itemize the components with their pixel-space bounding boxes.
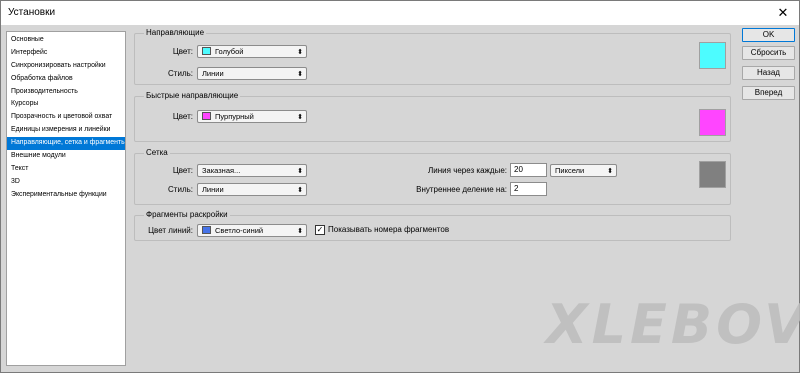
smart-guides-color-swatch[interactable] [699, 109, 726, 136]
smart-guides-color-label: Цвет: [172, 112, 193, 121]
dropdown-arrow-icon: ⬍ [297, 168, 303, 175]
dropdown-arrow-icon: ⬍ [297, 114, 303, 121]
grid-color-swatch[interactable] [699, 161, 726, 188]
category-list: Основные Интерфейс Синхронизировать настро… [6, 31, 126, 366]
guides-color-select[interactable]: Голубой ⬍ [197, 45, 307, 58]
grid-style-select[interactable]: Линии ⬍ [197, 183, 307, 196]
grid-color-label: Цвет: [172, 166, 193, 175]
grid-color-select[interactable]: Заказная... ⬍ [197, 164, 307, 177]
next-button[interactable]: Вперед [742, 86, 795, 100]
grid-color-value: Заказная... [202, 166, 241, 175]
smart-guides-color-value: Пурпурный [215, 112, 254, 121]
gridline-every-input[interactable]: 20 [510, 163, 547, 177]
sidebar-item[interactable]: Направляющие, сетка и фрагменты [7, 137, 125, 151]
guides-color-label: Цвет: [172, 47, 193, 56]
slice-line-color-select[interactable]: Светло-синий ⬍ [197, 224, 307, 237]
window-title: Установки [8, 7, 56, 18]
guides-style-value: Линии [202, 69, 224, 78]
sidebar-item[interactable]: Экспериментальные функции [7, 189, 125, 202]
sidebar-item[interactable]: Основные [7, 34, 125, 47]
checkmark-icon: ✓ [316, 225, 324, 234]
subdivisions-input[interactable]: 2 [510, 182, 547, 196]
grid-title: Сетка [144, 148, 170, 157]
back-button[interactable]: Назад [742, 66, 795, 80]
smart-guides-title: Быстрые направляющие [144, 91, 241, 100]
show-slice-numbers-checkbox[interactable]: ✓ [315, 225, 325, 235]
guides-color-swatch[interactable] [699, 42, 726, 69]
watermark-logo: XLEBOV [546, 293, 800, 356]
dropdown-arrow-icon: ⬍ [297, 49, 303, 56]
sidebar-item[interactable]: 3D [7, 176, 125, 189]
smart-guides-color-chip [202, 112, 211, 120]
gridline-every-label: Линия через каждые: [428, 166, 507, 175]
dropdown-arrow-icon: ⬍ [297, 228, 303, 235]
guides-style-label: Стиль: [168, 69, 193, 78]
guides-color-chip [202, 47, 211, 55]
guides-title: Направляющие [144, 28, 207, 37]
show-slice-numbers-label[interactable]: Показывать номера фрагментов [328, 225, 449, 234]
guides-color-value: Голубой [215, 47, 244, 56]
dropdown-arrow-icon: ⬍ [607, 168, 613, 175]
sidebar-item[interactable]: Синхронизировать настройки [7, 60, 125, 73]
close-icon[interactable]: ✕ [767, 1, 799, 25]
reset-button[interactable]: Сбросить [742, 46, 795, 60]
ok-button[interactable]: OK [742, 28, 795, 42]
slice-line-color-label: Цвет линий: [148, 226, 193, 235]
sidebar-item[interactable]: Интерфейс [7, 47, 125, 60]
sidebar-item[interactable]: Единицы измерения и линейки [7, 124, 125, 137]
dialog-body: Основные Интерфейс Синхронизировать настро… [1, 25, 800, 372]
sidebar-item[interactable]: Производительность [7, 86, 125, 99]
gridline-unit-select[interactable]: Пиксели ⬍ [550, 164, 617, 177]
slices-title: Фрагменты раскройки [144, 210, 230, 219]
smart-guides-color-select[interactable]: Пурпурный ⬍ [197, 110, 307, 123]
sidebar-item[interactable]: Текст [7, 163, 125, 176]
preferences-dialog: Установки ✕ Основные Интерфейс Синхронизир… [0, 0, 800, 373]
sidebar-item[interactable]: Прозрачность и цветовой охват [7, 111, 125, 124]
grid-style-label: Стиль: [168, 185, 193, 194]
sidebar-item[interactable]: Курсоры [7, 98, 125, 111]
gridline-unit-value: Пиксели [555, 166, 585, 175]
slice-line-color-chip [202, 226, 211, 234]
sidebar-item[interactable]: Внешние модули [7, 150, 125, 163]
dropdown-arrow-icon: ⬍ [297, 187, 303, 194]
dropdown-arrow-icon: ⬍ [297, 71, 303, 78]
grid-group: Сетка [134, 148, 731, 205]
guides-style-select[interactable]: Линии ⬍ [197, 67, 307, 80]
sidebar-item[interactable]: Обработка файлов [7, 73, 125, 86]
slice-line-color-value: Светло-синий [215, 226, 264, 235]
subdivisions-label: Внутреннее деление на: [416, 185, 507, 194]
title-bar: Установки ✕ [1, 1, 799, 25]
grid-style-value: Линии [202, 185, 224, 194]
